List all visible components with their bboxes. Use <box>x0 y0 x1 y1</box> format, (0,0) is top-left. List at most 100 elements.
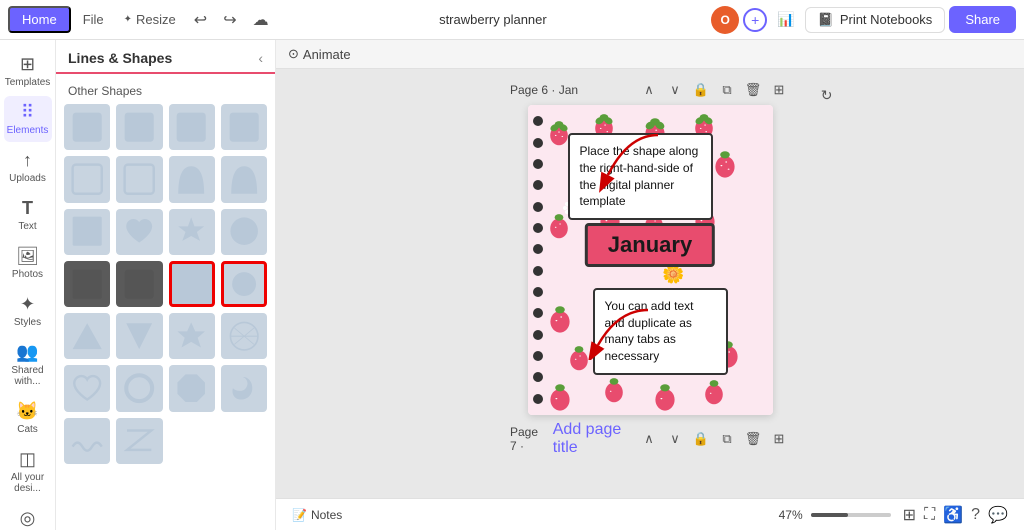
print-button[interactable]: 📓 Print Notebooks <box>805 7 946 33</box>
arrow-2 <box>578 300 658 360</box>
shared-icon: 👥 <box>16 342 38 363</box>
shape-ring[interactable] <box>116 365 162 411</box>
page7-lock-btn[interactable]: 🔒 <box>690 428 712 450</box>
bottom-bar: 📝 Notes 47% ⊞ ⛶ ♿ ? 💬 <box>276 498 1024 530</box>
zoom-percentage: 47% <box>779 508 803 522</box>
fullscreen-icon[interactable]: ⛶ <box>924 506 935 524</box>
page7-label: Page 7 · <box>510 425 547 453</box>
page7-up-btn[interactable]: ∧ <box>638 428 660 450</box>
sidebar-title: Lines & Shapes <box>68 50 172 66</box>
shape-rounded-rect-2[interactable] <box>116 104 162 150</box>
sidebar-item-text[interactable]: T Text <box>4 192 52 238</box>
sidebar-header: Lines & Shapes ‹ <box>56 40 275 74</box>
cloud-save-icon: ☁ <box>247 6 275 34</box>
page6-label-row: Page 6 · Jan ∧ ∨ 🔒 ⧉ 🗑 ⊞ <box>510 79 790 101</box>
shape-arch[interactable] <box>169 156 215 202</box>
shape-heart[interactable] <box>116 209 162 255</box>
sidebar-close-button[interactable]: ‹ <box>258 50 263 66</box>
canvas-scroll: Page 6 · Jan ∧ ∨ 🔒 ⧉ 🗑 ⊞ <box>276 69 1024 498</box>
page6-copy-btn[interactable]: ⧉ <box>716 79 738 101</box>
page6-delete-btn[interactable]: 🗑 <box>742 79 764 101</box>
redo-button[interactable]: ↪ <box>217 6 242 34</box>
shape-heart-outline[interactable] <box>64 365 110 411</box>
page6-up-btn[interactable]: ∧ <box>638 79 660 101</box>
main-area: ⊞ Templates ⠿ Elements ↑ Uploads T Text … <box>0 40 1024 530</box>
shape-badge[interactable] <box>169 209 215 255</box>
page7-more-btn[interactable]: ⊞ <box>768 428 790 450</box>
page7-copy-btn[interactable]: ⧉ <box>716 428 738 450</box>
zoom-slider-fill <box>811 513 849 517</box>
sidebar-item-elements[interactable]: ⠿ Elements <box>4 96 52 142</box>
styles-label: Styles <box>14 317 41 328</box>
shape-rounded-rect-3[interactable] <box>169 104 215 150</box>
sidebar-item-cats[interactable]: 🐱 Cats <box>4 395 52 441</box>
animate-label: Animate <box>303 47 351 62</box>
animate-button[interactable]: ⊙ Animate <box>288 46 351 62</box>
shape-z[interactable] <box>116 418 162 464</box>
shape-triangle[interactable] <box>64 313 110 359</box>
add-collaborator-button[interactable]: + <box>743 8 767 32</box>
help-icon[interactable]: ? <box>971 506 980 524</box>
page7-row: Page 7 · Add page title ∧ ∨ 🔒 ⧉ 🗑 ⊞ <box>510 421 790 457</box>
accessibility-icon[interactable]: ♿ <box>943 505 963 525</box>
page6-lock-btn[interactable]: 🔒 <box>690 79 712 101</box>
sidebar-item-styles[interactable]: ✦ Styles <box>4 288 52 334</box>
zoom-slider[interactable] <box>811 513 891 517</box>
sidebar-item-templates[interactable]: ⊞ Templates <box>4 48 52 94</box>
print-label: Print Notebooks <box>840 12 933 27</box>
page6-more-btn[interactable]: ⊞ <box>768 79 790 101</box>
document-title[interactable]: strawberry planner <box>439 12 547 27</box>
shape-chevron-down[interactable] <box>116 313 162 359</box>
shape-dark-rounded[interactable] <box>169 261 215 307</box>
undo-button[interactable]: ↩ <box>188 6 213 34</box>
sidebar-item-allyour[interactable]: ◫ All your desi... <box>4 443 52 500</box>
shape-rect-outline-1[interactable] <box>64 156 110 202</box>
refresh-icon[interactable]: ↻ <box>821 87 833 104</box>
shape-circle-1[interactable] <box>221 209 267 255</box>
avatar[interactable]: O <box>711 6 739 34</box>
text-icon: T <box>22 198 33 219</box>
grid-icon[interactable]: ⊞ <box>903 505 916 525</box>
shape-wave[interactable] <box>64 418 110 464</box>
templates-icon: ⊞ <box>20 54 35 75</box>
share-button[interactable]: Share <box>949 6 1016 33</box>
file-menu[interactable]: File <box>75 8 112 31</box>
shape-dark-square-2[interactable] <box>116 261 162 307</box>
sidebar-item-photos[interactable]: 🖼 Photos <box>4 240 52 286</box>
shape-square-3[interactable] <box>64 209 110 255</box>
shapes-grid <box>56 104 275 472</box>
sidebar-item-shared[interactable]: 👥 Shared with... <box>4 336 52 393</box>
shape-rounded-rect-1[interactable] <box>64 104 110 150</box>
shape-octagon[interactable] <box>169 365 215 411</box>
templates-label: Templates <box>5 77 51 88</box>
shape-rounded-rect-4[interactable] <box>221 104 267 150</box>
page7-controls: ∧ ∨ 🔒 ⧉ 🗑 ⊞ <box>638 428 790 450</box>
shape-circle-selected[interactable] <box>221 261 267 307</box>
page7-down-btn[interactable]: ∨ <box>664 428 686 450</box>
shape-dark-square-1[interactable] <box>64 261 110 307</box>
notes-icon: 📝 <box>292 508 307 522</box>
shape-star[interactable] <box>169 313 215 359</box>
page7-delete-btn[interactable]: 🗑 <box>742 428 764 450</box>
shape-arch-2[interactable] <box>221 156 267 202</box>
photos-icon: 🖼 <box>16 246 39 267</box>
sidebar-item-uploads[interactable]: ↑ Uploads <box>4 144 52 190</box>
daisy-flower: 🌼 <box>662 264 684 285</box>
shape-rect-outline-2[interactable] <box>116 156 162 202</box>
home-button[interactable]: Home <box>8 6 71 33</box>
arrow-1 <box>588 125 668 195</box>
cats-icon: 🐱 <box>16 401 38 422</box>
topbar: Home File Resize ↩ ↪ ☁ strawberry planne… <box>0 0 1024 40</box>
page6-down-btn[interactable]: ∨ <box>664 79 686 101</box>
shape-hatched[interactable] <box>221 313 267 359</box>
shapes-section-title: Other Shapes <box>56 74 275 104</box>
shape-crescent[interactable] <box>221 365 267 411</box>
january-label[interactable]: January <box>585 223 715 267</box>
resize-button[interactable]: Resize <box>116 8 184 31</box>
elements-icon: ⠿ <box>21 102 34 123</box>
comments-icon[interactable]: 💬 <box>988 505 1008 525</box>
sidebar-item-logos[interactable]: ◎ Logos <box>4 502 52 530</box>
text-label: Text <box>18 221 36 232</box>
add-page-title-link[interactable]: Add page title <box>553 421 632 457</box>
notes-button[interactable]: 📝 Notes <box>292 508 342 522</box>
